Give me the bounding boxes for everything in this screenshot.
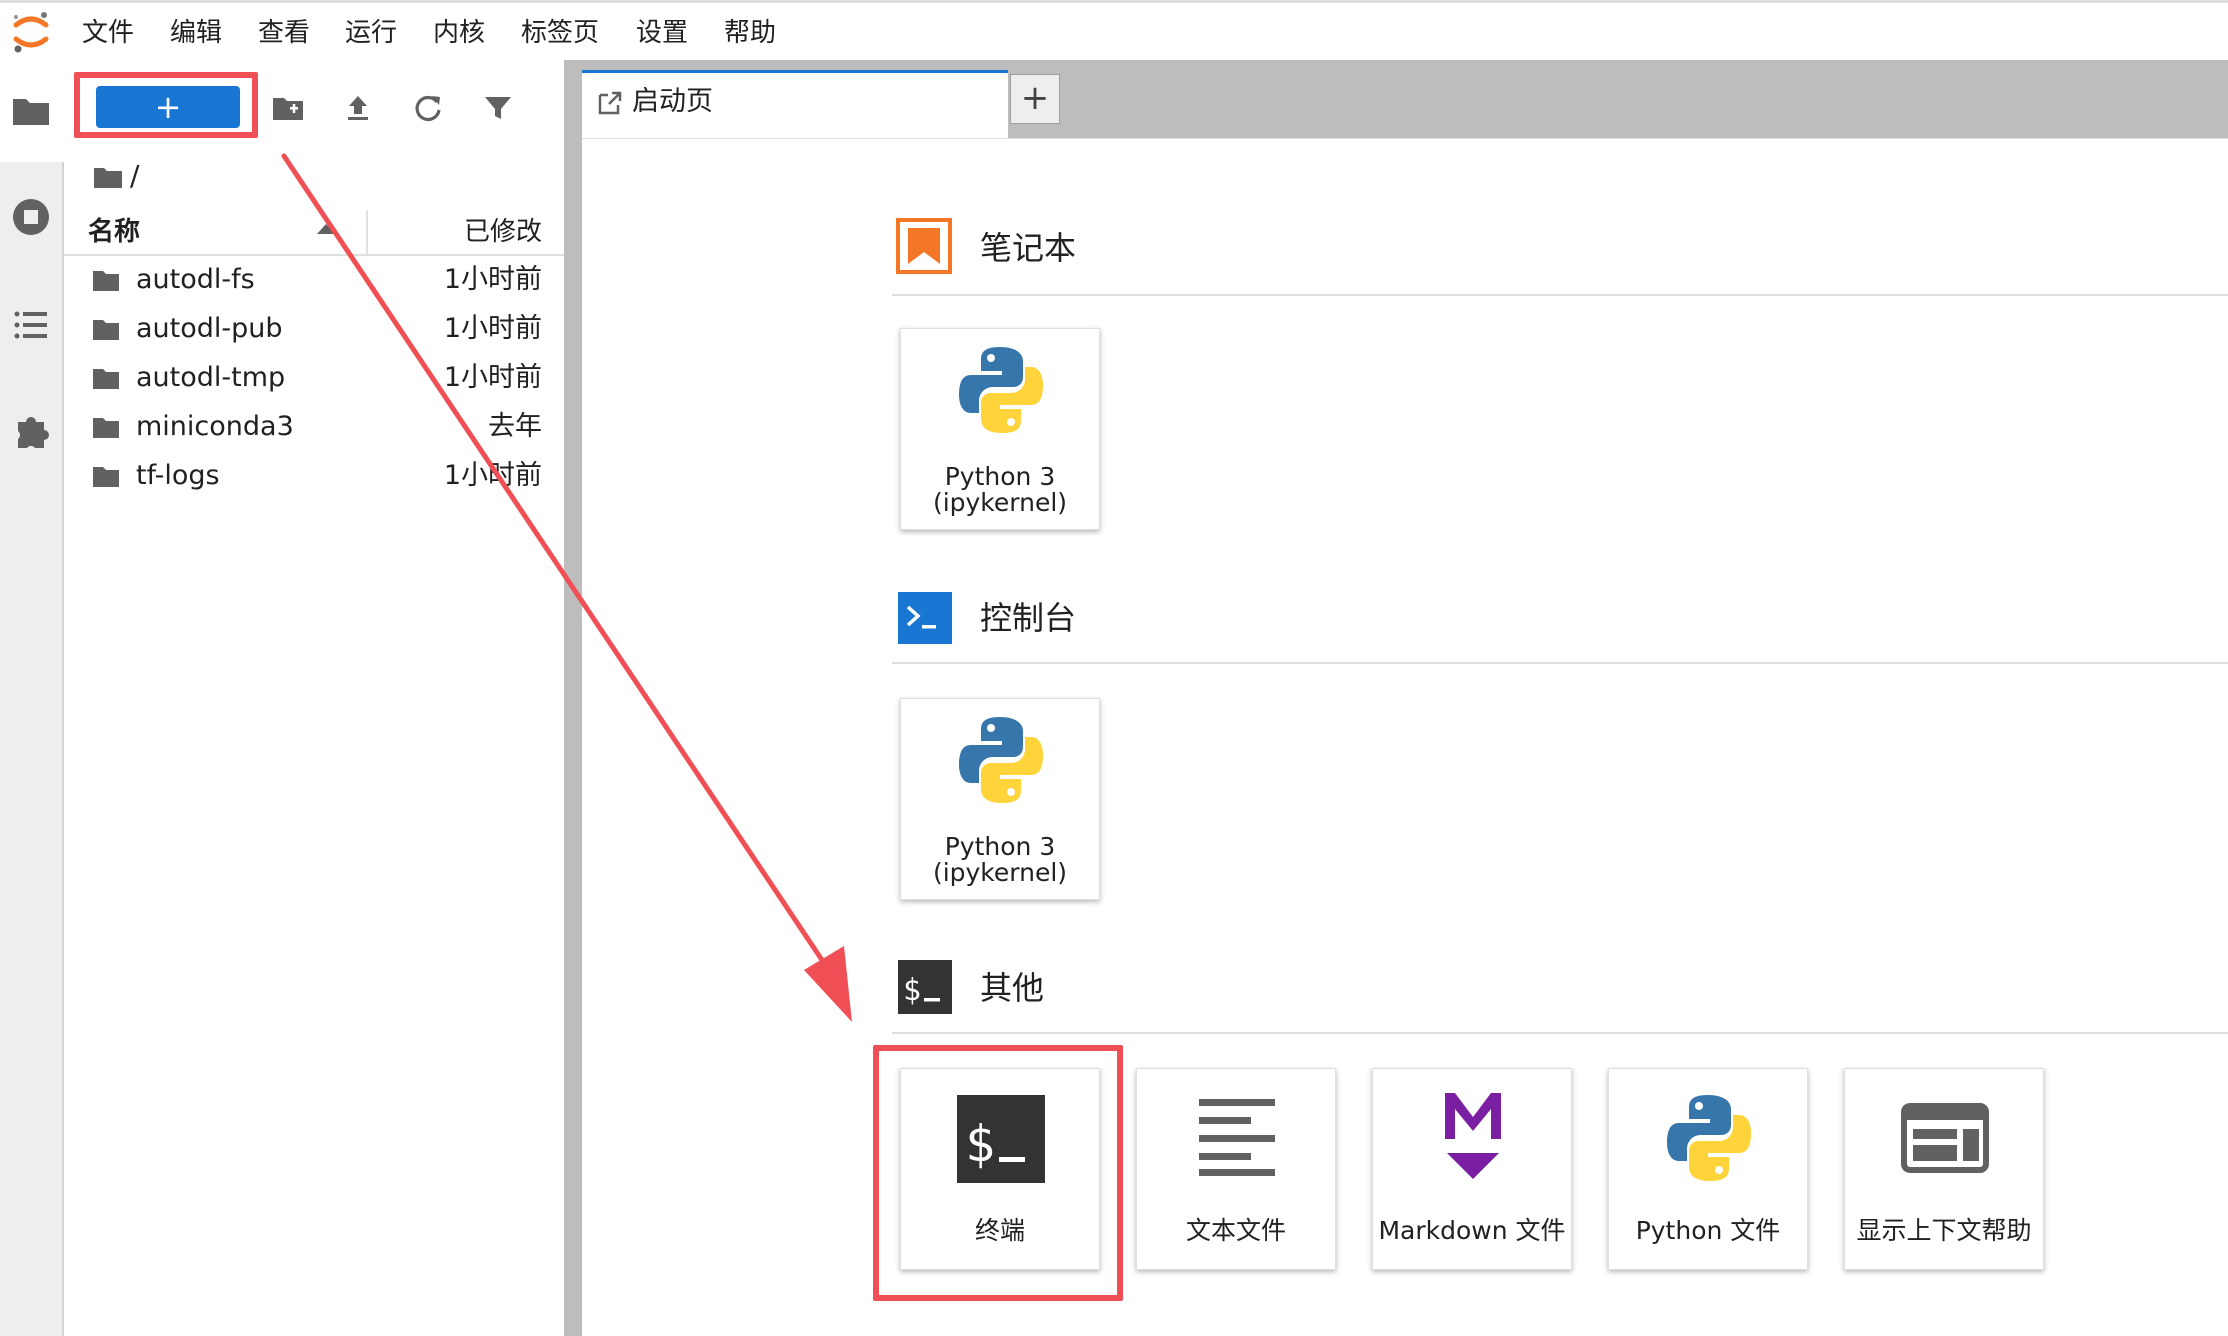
column-modified-header[interactable]: 已修改 [464,214,542,250]
file-modified: 1小时前 [443,313,542,344]
tab-launcher[interactable]: 启动页 [582,70,1008,138]
sort-ascending-icon [317,224,335,234]
card-label: Markdown 文件 [1378,1216,1566,1245]
terminal-card-highlight-box [873,1045,1123,1301]
main-tab-bar: 启动页 + [582,60,2228,138]
section-title-notebook: 笔记本 [980,229,1077,267]
extension-icon[interactable] [10,410,52,452]
section-title-other: 其他 [980,969,1045,1007]
divider [582,138,2228,139]
file-row-autodl-tmp[interactable]: autodl-tmp 1小时前 [64,354,564,403]
notebook-icon [896,218,952,274]
python-logo-icon [959,347,1043,433]
menu-edit[interactable]: 编辑 [170,15,222,51]
file-row-tf-logs[interactable]: tf-logs 1小时前 [64,452,564,501]
new-button-highlight-box [74,72,258,138]
file-modified: 1小时前 [443,362,542,393]
upload-icon[interactable] [340,90,376,126]
section-divider [892,1032,2228,1034]
markdown-icon [1445,1093,1501,1179]
card-label-line2: (ipykernel) [932,488,1068,517]
menu-view[interactable]: 查看 [258,15,310,51]
file-modified: 1小时前 [443,264,542,295]
jupyter-logo-icon [13,12,49,53]
card-label-line2: (ipykernel) [932,858,1068,887]
menu-bar: 文件 编辑 查看 运行 内核 标签页 设置 帮助 [0,0,2228,60]
section-divider [892,294,2228,296]
file-name: autodl-pub [136,313,283,344]
file-modified: 1小时前 [443,460,542,491]
file-name: miniconda3 [136,411,294,442]
add-tab-button[interactable]: + [1010,74,1060,124]
menu-settings[interactable]: 设置 [636,15,688,51]
breadcrumb-root[interactable]: / [130,156,139,196]
console-icon [898,592,952,644]
refresh-icon[interactable] [410,90,446,126]
other-terminal-icon: $ [898,960,952,1014]
python-logo-icon [1667,1095,1751,1181]
launch-icon [598,91,622,115]
python-logo-icon [959,717,1043,803]
file-name: autodl-fs [136,264,255,295]
file-row-miniconda3[interactable]: miniconda3 去年 [64,403,564,452]
breadcrumb-home-folder-icon[interactable] [92,156,124,196]
card-python-file[interactable]: Python 文件 [1608,1068,1808,1270]
file-list-header: 名称 已修改 [64,210,564,256]
file-name: autodl-tmp [136,362,286,393]
toc-icon[interactable] [10,304,52,346]
column-name-header[interactable]: 名称 [88,214,140,250]
card-context-help[interactable]: 显示上下文帮助 [1844,1068,2044,1270]
section-title-console: 控制台 [980,599,1077,637]
file-modified: 去年 [488,411,542,442]
menu-tabs[interactable]: 标签页 [521,15,599,51]
folder-icon [93,369,119,389]
folder-icon[interactable] [10,90,52,132]
panel-splitter[interactable] [564,60,582,1336]
menu-run[interactable]: 运行 [345,15,397,51]
card-text-file[interactable]: 文本文件 [1136,1068,1336,1270]
card-notebook-python3[interactable]: Python 3 (ipykernel) [900,328,1100,530]
filter-icon[interactable] [480,90,516,126]
column-divider[interactable] [366,210,368,254]
svg-text:$: $ [903,973,921,1008]
card-markdown-file[interactable]: Markdown 文件 [1372,1068,1572,1270]
menu-help[interactable]: 帮助 [724,15,776,51]
file-row-autodl-fs[interactable]: autodl-fs 1小时前 [64,256,564,305]
folder-icon [93,467,119,487]
folder-icon [93,271,119,291]
menu-file[interactable]: 文件 [82,15,134,51]
menu-kernel[interactable]: 内核 [433,15,485,51]
activity-bar [0,60,64,1336]
folder-icon [93,418,119,438]
context-help-icon [1901,1103,1989,1173]
card-label: Python 文件 [1635,1216,1781,1245]
card-label: 文本文件 [1185,1216,1286,1245]
card-label-line1: Python 3 [944,462,1056,491]
folder-icon [93,320,119,340]
new-folder-icon[interactable] [270,90,306,126]
section-divider [892,662,2228,664]
file-name: tf-logs [136,460,220,491]
running-icon[interactable] [10,196,52,238]
file-row-autodl-pub[interactable]: autodl-pub 1小时前 [64,305,564,354]
tab-label: 启动页 [632,86,713,117]
file-browser-panel: + / 名称 已修改 autodl-fs 1小时前 autodl-pub 1小时… [64,60,564,1336]
activity-tab-filebrowser[interactable] [0,60,64,162]
text-file-icon [1199,1099,1275,1176]
card-console-python3[interactable]: Python 3 (ipykernel) [900,698,1100,900]
card-label-line1: Python 3 [944,832,1056,861]
card-label: 显示上下文帮助 [1856,1216,2032,1245]
